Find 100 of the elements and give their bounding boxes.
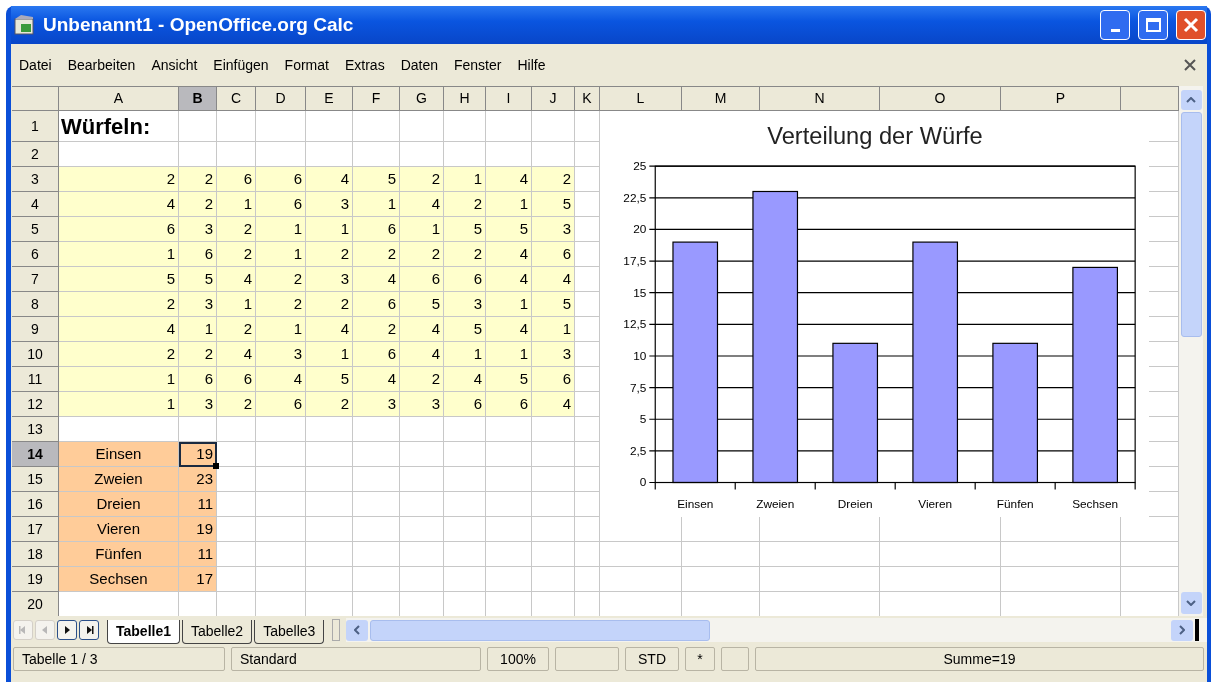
row-header[interactable]: 14 <box>12 442 59 467</box>
row-header[interactable]: 8 <box>12 292 59 317</box>
column-header[interactable]: H <box>444 87 486 111</box>
row-header[interactable]: 6 <box>12 242 59 267</box>
row-header[interactable]: 5 <box>12 217 59 242</box>
row-header[interactable]: 7 <box>12 267 59 292</box>
modified-status: * <box>685 647 715 671</box>
table-cell: 5 <box>486 217 532 242</box>
fill-handle-icon[interactable] <box>213 463 219 469</box>
table-cell: 1 <box>256 217 306 242</box>
scroll-up-icon[interactable] <box>1186 97 1196 103</box>
column-header[interactable]: E <box>306 87 353 111</box>
table-cell: 1 <box>353 192 400 217</box>
x-tick-label: Vieren <box>918 497 953 512</box>
table-cell: 1 <box>217 192 256 217</box>
row-header[interactable]: 1 <box>12 111 59 142</box>
column-header[interactable]: O <box>880 87 1001 111</box>
column-header[interactable]: G <box>400 87 444 111</box>
table-cell: 3 <box>444 292 486 317</box>
table-cell: 1 <box>444 167 486 192</box>
column-header[interactable]: J <box>532 87 575 111</box>
table-cell: 6 <box>256 192 306 217</box>
row-header[interactable]: 11 <box>12 367 59 392</box>
column-header[interactable]: N <box>760 87 880 111</box>
row-header[interactable]: 15 <box>12 467 59 492</box>
corner-header[interactable] <box>12 87 59 111</box>
column-header[interactable]: M <box>682 87 760 111</box>
table-cell: Sechsen <box>59 567 179 592</box>
column-header[interactable]: C <box>217 87 256 111</box>
sheet-tab[interactable]: Tabelle2 <box>182 620 253 644</box>
column-header[interactable]: P <box>1001 87 1121 111</box>
table-cell: Fünfen <box>59 542 179 567</box>
splitter-handle[interactable] <box>332 619 341 641</box>
minimize-button[interactable] <box>1100 10 1130 40</box>
table-cell: 1 <box>256 242 306 267</box>
scrollbar-thumb[interactable] <box>370 619 711 641</box>
column-header[interactable]: L <box>600 87 682 111</box>
table-cell: 2 <box>532 167 575 192</box>
table-cell: 5 <box>444 217 486 242</box>
scroll-right-icon[interactable] <box>1179 625 1185 635</box>
row-header[interactable]: 4 <box>12 192 59 217</box>
menu-item[interactable]: Datei <box>19 54 52 76</box>
row-header[interactable]: 2 <box>12 142 59 167</box>
row-header[interactable]: 18 <box>12 542 59 567</box>
scroll-left-icon[interactable] <box>354 625 361 635</box>
row-header[interactable]: 9 <box>12 317 59 342</box>
row-header[interactable]: 10 <box>12 342 59 367</box>
table-cell: 11 <box>179 542 217 567</box>
column-header[interactable]: F <box>353 87 400 111</box>
table-cell: 1 <box>59 367 179 392</box>
menu-item[interactable]: Fenster <box>454 54 502 76</box>
table-cell: 4 <box>59 317 179 342</box>
menu-item[interactable]: Format <box>284 54 329 76</box>
scrollbar-thumb[interactable] <box>1180 112 1202 337</box>
menu-item[interactable]: Ansicht <box>151 54 198 76</box>
column-header[interactable]: K <box>575 87 600 111</box>
table-cell: 5 <box>400 292 444 317</box>
table-cell: 4 <box>444 367 486 392</box>
menu-item[interactable]: Daten <box>400 54 438 76</box>
row-header[interactable]: 19 <box>12 567 59 592</box>
table-cell: 2 <box>400 242 444 267</box>
sheet-tab[interactable]: Tabelle1 <box>107 620 180 644</box>
menu-item[interactable]: Einfügen <box>213 54 269 76</box>
x-tick-label: Dreien <box>837 497 873 512</box>
table-cell: 1 <box>400 217 444 242</box>
table-cell: 6 <box>353 342 400 367</box>
table-cell: 6 <box>179 242 217 267</box>
column-header[interactable]: B <box>179 87 217 111</box>
table-cell: 2 <box>444 192 486 217</box>
row-header[interactable]: 13 <box>12 417 59 442</box>
maximize-button[interactable] <box>1138 10 1168 40</box>
close-button[interactable] <box>1176 10 1206 40</box>
table-cell: 19 <box>179 442 217 467</box>
menu-item[interactable]: Bearbeiten <box>67 54 136 76</box>
table-cell: 2 <box>179 192 217 217</box>
menu-item[interactable]: Hilfe <box>517 54 546 76</box>
table-cell: 5 <box>59 267 179 292</box>
column-header[interactable]: D <box>256 87 306 111</box>
row-header[interactable]: 16 <box>12 492 59 517</box>
column-header[interactable]: I <box>486 87 532 111</box>
menu-item[interactable]: Extras <box>344 54 385 76</box>
column-header[interactable]: A <box>59 87 179 111</box>
table-cell: 2 <box>400 367 444 392</box>
scroll-down-icon[interactable] <box>1186 600 1196 606</box>
row-header[interactable]: 12 <box>12 392 59 417</box>
column-header[interactable] <box>1121 87 1179 111</box>
table-cell: 1 <box>217 292 256 317</box>
row-header[interactable]: 17 <box>12 517 59 542</box>
vertical-scrollbar[interactable] <box>1179 86 1203 616</box>
table-cell: 2 <box>353 242 400 267</box>
table-cell: 3 <box>306 267 353 292</box>
next-sheet-button[interactable] <box>79 620 99 640</box>
close-icon[interactable] <box>1183 58 1197 72</box>
y-tick-label: 17,5 <box>623 254 647 268</box>
table-cell: 6 <box>400 267 444 292</box>
sheet-tab[interactable]: Tabelle3 <box>254 620 325 644</box>
table-cell: 2 <box>444 242 486 267</box>
horizontal-scrollbar[interactable] <box>346 618 1207 642</box>
row-header[interactable]: 3 <box>12 167 59 192</box>
next-sheet-button[interactable] <box>57 620 77 640</box>
